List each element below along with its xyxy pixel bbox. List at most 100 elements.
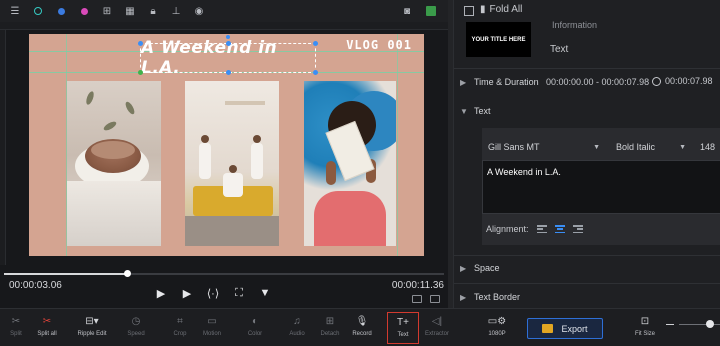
color-pink-icon[interactable] — [77, 4, 91, 18]
text-content-input[interactable]: A Weekend in L.A. — [482, 160, 720, 214]
divider — [454, 255, 720, 256]
duration-value[interactable]: 00:00:07.98 — [665, 76, 713, 86]
resolution-button[interactable]: ▭⚙ 1080P — [481, 315, 513, 337]
section-text[interactable]: ▼ Text — [460, 106, 491, 116]
collapse-panel-icon[interactable] — [464, 6, 474, 16]
vlog-label[interactable]: VLOG 001 — [346, 38, 412, 52]
scissors-icon: ✂ — [11, 316, 21, 327]
current-time: 00:00:03.06 — [9, 280, 62, 291]
aspect-icon[interactable] — [430, 295, 440, 303]
color-ring-icon[interactable] — [31, 4, 45, 18]
title-text-box[interactable]: A Weekend in L.A. — [138, 35, 318, 78]
playback-controls: ▶ ▶︎ ⟨·⟩ ⛶ ▼ — [154, 286, 272, 300]
font-style-select[interactable]: Bold Italic ▼ — [610, 138, 692, 156]
title-text[interactable]: A Weekend in L.A. — [141, 38, 315, 78]
text-add-icon: T+ — [397, 317, 409, 328]
preview-panel: ☰ ⊞ ▦ 🔒︎ ⊥ ◉ ◙ VLOG 001 A Weekend in L.A… — [0, 0, 448, 308]
extractor-button[interactable]: ◁| Extractor — [421, 315, 453, 337]
scrubber-knob[interactable] — [124, 270, 132, 277]
export-icon — [542, 324, 554, 333]
marker-icon[interactable]: ▼ — [258, 286, 272, 300]
information-value: Text — [550, 44, 569, 55]
green-status-icon[interactable] — [424, 4, 438, 18]
detach-button[interactable]: ⊞ Detach — [314, 315, 346, 337]
pip-icon[interactable] — [412, 295, 422, 303]
font-size-select[interactable]: 148 — [698, 138, 720, 156]
motion-button[interactable]: ▭ Motion — [196, 315, 228, 337]
snapshot-icon[interactable]: ◙ — [400, 4, 414, 18]
clock-icon — [652, 76, 661, 86]
align-right-icon[interactable] — [572, 225, 583, 233]
time-duration-label: Time & Duration — [474, 77, 539, 87]
split-button[interactable]: ✂ Split — [0, 315, 32, 337]
lock-icon[interactable]: 🔒︎ — [146, 4, 160, 18]
duration-display: 00:00:07.98 — [652, 76, 713, 86]
chevron-down-icon: ▼ — [679, 143, 686, 151]
menu-icon[interactable]: ☰ — [8, 4, 22, 18]
thumbnail-text: YOUR TITLE HERE — [471, 36, 526, 43]
export-button[interactable]: Export — [527, 318, 603, 339]
align-icon[interactable]: ⊥ — [169, 4, 183, 18]
alignment-row: Alignment: — [486, 224, 583, 234]
extractor-icon: ◁| — [431, 316, 443, 327]
section-space[interactable]: ▶ Space — [460, 263, 500, 273]
step-frame-icon[interactable]: ⟨·⟩ — [206, 286, 220, 300]
video-canvas[interactable]: VLOG 001 A Weekend in L.A. — [29, 34, 424, 256]
photo-cake[interactable] — [67, 81, 161, 246]
resize-handle[interactable] — [226, 41, 231, 46]
divider — [454, 283, 720, 284]
align-left-icon[interactable] — [536, 225, 547, 233]
grid-icon[interactable]: ⊞ — [100, 4, 114, 18]
resize-handle[interactable] — [138, 41, 143, 46]
motion-icon: ▭ — [207, 316, 217, 327]
ripple-edit-button[interactable]: ⊟▾ Ripple Edit — [74, 315, 110, 337]
chevron-down-icon: ▼ — [460, 106, 468, 116]
chevron-right-icon: ▶ — [460, 292, 467, 302]
export-label: Export — [561, 323, 588, 334]
font-size-value: 148 — [700, 142, 716, 152]
information-label: Information — [552, 20, 598, 30]
fit-size-button[interactable]: ⊡ Fit Size — [629, 315, 661, 337]
split-all-button[interactable]: ✂ Split all — [31, 315, 63, 337]
resize-handle[interactable] — [226, 70, 231, 75]
zoom-slider-knob[interactable] — [706, 320, 714, 328]
resize-handle[interactable] — [138, 70, 143, 75]
microphone-icon: 🎙︎ — [355, 316, 369, 327]
font-style-value: Bold Italic — [616, 142, 656, 152]
scrubber-progress — [4, 273, 128, 275]
play-icon[interactable]: ▶ — [154, 286, 168, 300]
photo-family[interactable] — [185, 81, 279, 246]
playback-scrubber[interactable] — [4, 270, 444, 277]
text-button[interactable]: T+ Text — [387, 312, 419, 344]
record-button[interactable]: 🎙︎ Record — [346, 315, 378, 337]
ruler-horizontal — [0, 22, 448, 30]
resize-handle[interactable] — [313, 41, 318, 46]
chevron-right-icon: ▶ — [460, 77, 467, 87]
guide-line — [397, 34, 398, 256]
ripple-edit-icon: ⊟▾ — [85, 316, 99, 327]
color-button[interactable]: ◐ Color — [239, 315, 271, 337]
play-clip-icon[interactable]: ▶︎ — [180, 286, 194, 300]
fullscreen-icon[interactable]: ⛶ — [232, 286, 246, 300]
crop-button[interactable]: ⌗ Crop — [164, 315, 196, 337]
color-blue-icon[interactable] — [54, 4, 68, 18]
color-icon: ◐ — [251, 316, 259, 327]
detach-icon: ⊞ — [325, 316, 335, 327]
crop-icon: ⌗ — [177, 316, 183, 327]
speed-button[interactable]: ◷ Speed — [120, 315, 152, 337]
rotate-handle[interactable] — [226, 35, 230, 39]
font-family-select[interactable]: Gill Sans MT ▼ — [482, 138, 606, 156]
safe-zone-icon[interactable]: ▦ — [123, 4, 137, 18]
fold-all-button[interactable]: ▮ Fold All — [480, 4, 522, 15]
resize-handle[interactable] — [313, 70, 318, 75]
section-text-border[interactable]: ▶ Text Border — [460, 292, 520, 302]
visibility-icon[interactable]: ◉ — [192, 4, 206, 18]
photo-portrait[interactable] — [304, 81, 396, 246]
audio-button[interactable]: ♫ Audio — [281, 315, 313, 337]
align-center-icon[interactable] — [554, 225, 565, 233]
zoom-out-icon[interactable] — [666, 324, 674, 325]
time-range: 00:00:00.00 - 00:00:07.98 — [546, 77, 650, 87]
audio-icon: ♫ — [293, 316, 301, 327]
text-thumbnail: YOUR TITLE HERE — [466, 22, 531, 57]
text-section-label: Text — [474, 106, 491, 116]
